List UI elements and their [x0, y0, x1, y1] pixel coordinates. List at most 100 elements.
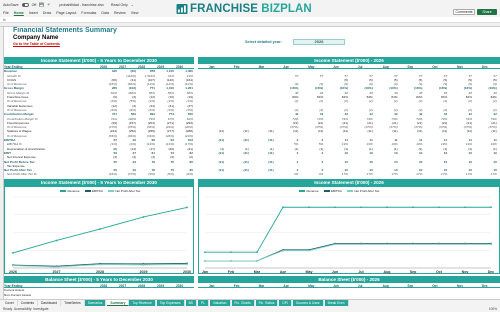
data-point	[490, 243, 492, 246]
row-label: Net Profit After Tax %	[7, 172, 37, 177]
chevron-down-icon[interactable]: ⌄	[131, 3, 134, 7]
right-chart-tick-label: Apr	[280, 270, 287, 274]
zoom-level[interactable]: 100%	[489, 307, 497, 311]
data-point	[412, 243, 414, 246]
cell-value: (16%)	[108, 172, 117, 177]
data-point	[12, 252, 14, 254]
left-chart-title: Income Statement ($'000) - 5 Years to De…	[4, 179, 194, 186]
right-chart-tick-label: Jul	[358, 270, 363, 274]
table-row: 3% 3% 17% 17% 17% 17% 17% 17% 17%	[198, 172, 500, 176]
right-chart-tick-label: Jan	[202, 270, 208, 274]
data-point	[99, 263, 101, 266]
menu-item-page-layout[interactable]: Page Layout	[56, 11, 76, 15]
toc-link[interactable]: Go to the Table of Contents	[13, 42, 60, 46]
company-name[interactable]: Company Name	[13, 35, 58, 41]
franchise-bizplan-logo: FRANCHISE BIZPLAN	[176, 0, 312, 18]
menu-item-data[interactable]: Data	[101, 11, 109, 15]
data-point	[386, 243, 388, 246]
data-point	[334, 243, 336, 246]
right-table-header-row: Jan Feb Mar Apr May Jun Jul Aug Sep Oct Nov Dec	[198, 64, 500, 69]
data-point	[438, 206, 440, 209]
data-point	[186, 206, 188, 209]
data-point	[464, 206, 466, 209]
cell-value: 17%	[391, 172, 398, 177]
data-point	[412, 206, 414, 209]
right-table-col-header: Jan	[209, 64, 215, 69]
data-point	[282, 206, 284, 209]
share-button[interactable]: Share	[477, 9, 497, 15]
left-chart-panel[interactable]: Revenue EBITDA Net Profit After Tax 2026 20…	[4, 186, 194, 274]
menu-item-draw[interactable]: Draw	[43, 11, 51, 15]
menu-item-review[interactable]: Review	[114, 11, 126, 15]
left-chart-tick-label: 2027	[53, 270, 61, 274]
logo-icon	[176, 4, 188, 14]
right-balance-title: Balance Sheet ($'000) - 2026	[198, 276, 500, 283]
left-balance-header-row: Year Ending 2026 2027 2028 2029 2030	[4, 283, 194, 288]
data-point	[308, 249, 310, 252]
left-balance-col-header: 2027	[119, 283, 127, 288]
sheet-tabs: Cover Contents Dashboard TimeSeries Scenario…	[0, 299, 500, 306]
sheet-title: Financial Statements Summary	[13, 27, 117, 34]
left-balance-col-header: 2030	[176, 283, 184, 288]
cell-value: 17%	[490, 172, 497, 177]
left-table-title: Income Statement ($'000) - 5 Years to De…	[4, 57, 194, 64]
accessibility-status[interactable]: Accessibility: Investigate	[14, 307, 49, 311]
left-table-col-header: Year Ending	[4, 64, 23, 69]
data-point	[99, 228, 101, 230]
cell-value: 17%	[416, 172, 423, 177]
excel-window: AutoSave Off 💾 ↶ probabilidad - franchis…	[0, 0, 500, 312]
right-chart-panel[interactable]: Revenue EBITDA Net Profit After Tax Jan Feb…	[198, 186, 500, 274]
right-balance-col-header: Nov	[457, 283, 464, 288]
right-chart-tick-label: Jun	[332, 270, 338, 274]
save-icon[interactable]: 💾	[39, 2, 44, 7]
data-point	[55, 239, 58, 242]
right-balance-col-header: Jan	[209, 283, 215, 288]
right-table-col-header: Sep	[407, 64, 414, 69]
right-chart-tick-label: Aug	[384, 270, 391, 274]
right-table-col-header: Nov	[457, 64, 464, 69]
left-table-col-header: 2028	[138, 64, 146, 69]
cell-value: 3%	[293, 172, 299, 177]
data-point	[256, 260, 258, 262]
status-ready: Ready	[3, 307, 13, 311]
left-table-col-header: 2026	[100, 64, 108, 69]
data-point	[464, 243, 466, 246]
table-row: Non-Current Assets	[4, 292, 194, 297]
comments-button[interactable]: Comments	[453, 9, 475, 15]
data-point	[334, 206, 336, 209]
left-balance-col-header: 2029	[157, 283, 165, 288]
right-line-chart: Jan Feb Mar Apr May Jun Jul Aug Sep Oct Nov Dec	[202, 196, 494, 274]
period-select[interactable]: 2026	[293, 38, 345, 45]
file-name: probabilidad - franchise.xlsx	[59, 2, 104, 7]
left-chart-tick-label: 2028	[96, 270, 104, 274]
left-balance-col-header: Year Ending	[4, 283, 23, 288]
menu-item-view[interactable]: View	[131, 11, 139, 15]
right-chart-tick-label: Feb	[228, 270, 235, 274]
fx-icon: fx	[3, 17, 6, 22]
menu-item-insert[interactable]: Insert	[29, 11, 38, 15]
series-line-revenue	[12, 206, 188, 254]
right-balance-col-header: Mar	[258, 283, 265, 288]
right-chart-tick-label: Oct	[436, 270, 443, 274]
cell-value: 3%	[318, 172, 324, 177]
menu-item-home[interactable]: Home	[14, 11, 24, 15]
worksheet[interactable]: Financial Statements Summary Company Nam…	[4, 27, 500, 299]
status-bar: Ready Accessibility: Investigate 100%	[0, 306, 500, 312]
right-table-col-header: Mar	[258, 64, 265, 69]
data-point	[360, 243, 362, 246]
right-chart-tick-label: May	[306, 270, 313, 274]
data-point	[204, 260, 206, 262]
series-line-revenue	[205, 206, 491, 253]
right-balance-header-row: Jan Feb Mar Apr May Jun Jul Aug Sep Oct Nov Dec	[198, 283, 500, 288]
undo-icon[interactable]: ↶	[47, 3, 50, 7]
right-balance-col-header: Oct	[432, 283, 438, 288]
share-label: Share	[482, 10, 492, 14]
left-balance-col-header: 2028	[138, 283, 146, 288]
right-table-col-header: Aug	[382, 64, 389, 69]
menu-item-file[interactable]: File	[3, 11, 9, 15]
right-table-title: Income Statement ($'000) - 2026	[198, 57, 500, 64]
left-chart-tick-label: 2030	[183, 270, 191, 274]
menu-item-formulas[interactable]: Formulas	[81, 11, 96, 15]
right-balance-col-header: Aug	[382, 283, 389, 288]
autosave-toggle[interactable]	[21, 2, 29, 7]
